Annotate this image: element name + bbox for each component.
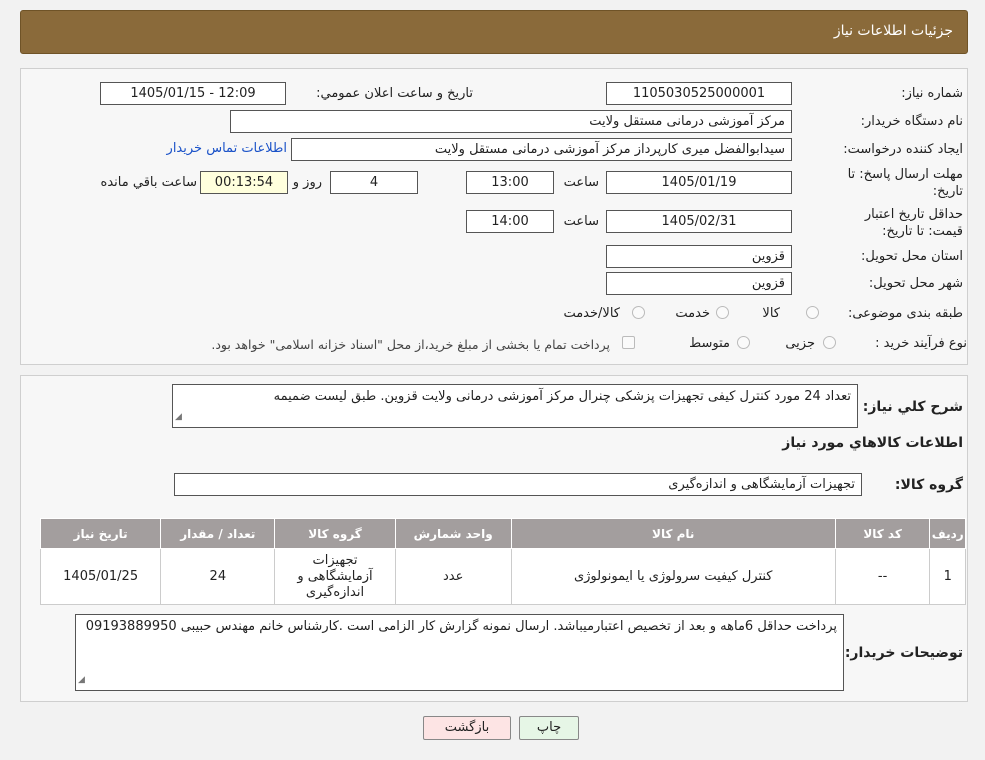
process-radio-minor[interactable]: [823, 336, 836, 349]
goods-group-label: گروه کالا:: [894, 477, 963, 493]
col-index: رديف: [929, 518, 966, 549]
deadline-date-field: 1405/01/19: [606, 171, 792, 194]
province-label: استان محل تحویل:: [861, 249, 963, 264]
resize-grip-icon[interactable]: ◢: [78, 671, 85, 689]
print-button[interactable]: چاپ: [519, 716, 579, 740]
days-field: 4: [330, 171, 418, 194]
category-option-service: خدمت: [675, 306, 710, 321]
cell-group: تجهیزات آزمایشگاهی و اندازه‌گیری: [274, 548, 396, 605]
process-radio-medium[interactable]: [737, 336, 750, 349]
goods-table-wrapper: رديف کد کالا نام کالا واحد شمارش گروه کا…: [39, 518, 966, 605]
page-title: جزئیات اطلاعات نیاز: [833, 23, 953, 39]
validity-label: حداقل تاریخ اعتبار قیمت: تا تاریخ:: [864, 207, 963, 239]
buyer-notes-text: پرداخت حداقل 6ماهه و بعد از تخصیص اعتبار…: [85, 619, 837, 634]
cell-code: --: [834, 548, 931, 605]
cell-index: 1: [929, 548, 966, 605]
province-field: قزوین: [606, 245, 792, 268]
need-number-field: 1105030525000001: [606, 82, 792, 105]
buyer-notes-textarea[interactable]: پرداخت حداقل 6ماهه و بعد از تخصیص اعتبار…: [75, 614, 844, 691]
category-option-goods-service: کالا/خدمت: [563, 306, 620, 321]
days-word: روز و: [292, 175, 322, 190]
process-label: نوع فرآیند خرید :: [875, 336, 967, 351]
validity-time-field: 14:00: [466, 210, 554, 233]
category-radio-service[interactable]: [716, 306, 729, 319]
col-name: نام کالا: [510, 518, 836, 549]
announce-label: تاریخ و ساعت اعلان عمومي:: [316, 86, 473, 101]
description-text: تعداد 24 مورد کنترل کیفی تجهیزات پزشکی چ…: [273, 389, 851, 404]
buyer-org-field: مرکز آموزشی درمانی مستقل ولایت: [230, 110, 792, 133]
category-label: طبقه بندی موضوعی:: [847, 306, 963, 321]
resize-grip-icon[interactable]: ◢: [175, 408, 182, 426]
buyer-contact-link[interactable]: اطلاعات تماس خریدار: [167, 141, 287, 156]
cell-unit: عدد: [394, 548, 512, 605]
validity-time-word: ساعت: [563, 214, 599, 229]
validity-date-field: 1405/02/31: [606, 210, 792, 233]
deadline-time-field: 13:00: [466, 171, 554, 194]
col-date: تاریخ نیاز: [39, 518, 162, 549]
category-radio-goods[interactable]: [806, 306, 819, 319]
col-code: کد کالا: [834, 518, 931, 549]
requester-label: ایجاد کننده درخواست:: [843, 142, 963, 157]
description-textarea[interactable]: تعداد 24 مورد کنترل کیفی تجهیزات پزشکی چ…: [172, 384, 858, 428]
cell-qty: 24: [160, 548, 276, 605]
col-group: گروه کالا: [274, 518, 396, 549]
col-unit: واحد شمارش: [394, 518, 512, 549]
process-option-medium: متوسط: [689, 336, 730, 351]
goods-group-field: تجهیزات آزمایشگاهی و اندازه‌گیری: [174, 473, 862, 496]
buyer-org-label: نام دستگاه خریدار:: [860, 114, 963, 129]
city-label: شهر محل تحویل:: [868, 276, 963, 291]
remaining-timer: 00:13:54: [200, 171, 288, 194]
category-option-goods: کالا: [762, 306, 780, 321]
deadline-time-word: ساعت: [563, 175, 599, 190]
payment-note: پرداخت تمام یا بخشی از مبلغ خرید،از محل …: [211, 337, 610, 352]
announce-field: 1405/01/15 - 12:09: [100, 82, 286, 105]
table-header-row: رديف کد کالا نام کالا واحد شمارش گروه کا…: [39, 518, 966, 549]
goods-section-title: اطلاعات کالاهاي مورد نياز: [782, 435, 963, 451]
payment-checkbox[interactable]: [622, 336, 635, 349]
city-field: قزوین: [606, 272, 792, 295]
need-number-label: شماره نیاز:: [901, 86, 963, 101]
cell-date: 1405/01/25: [39, 548, 162, 605]
remaining-word: ساعت باقي مانده: [100, 175, 197, 190]
buyer-notes-label: توضیحات خریدار:: [844, 645, 963, 661]
deadline-label: مهلت ارسال پاسخ: تا تاریخ:: [847, 167, 963, 199]
description-label: شرح کلي نياز:: [862, 399, 963, 415]
page-header: جزئیات اطلاعات نیاز: [20, 10, 968, 54]
table-row: 1 -- کنترل کیفیت سرولوژی یا ایمونولوژی ع…: [39, 548, 966, 605]
category-radio-goods-service[interactable]: [632, 306, 645, 319]
cell-name: کنترل کیفیت سرولوژی یا ایمونولوژی: [510, 548, 836, 605]
back-button[interactable]: بازگشت: [423, 716, 511, 740]
process-option-minor: جزیی: [785, 336, 815, 351]
col-qty: تعداد / مقدار: [160, 518, 276, 549]
goods-table: رديف کد کالا نام کالا واحد شمارش گروه کا…: [39, 518, 966, 605]
requester-field: سیدابوالفضل میری کارپرداز مرکز آموزشی در…: [291, 138, 792, 161]
